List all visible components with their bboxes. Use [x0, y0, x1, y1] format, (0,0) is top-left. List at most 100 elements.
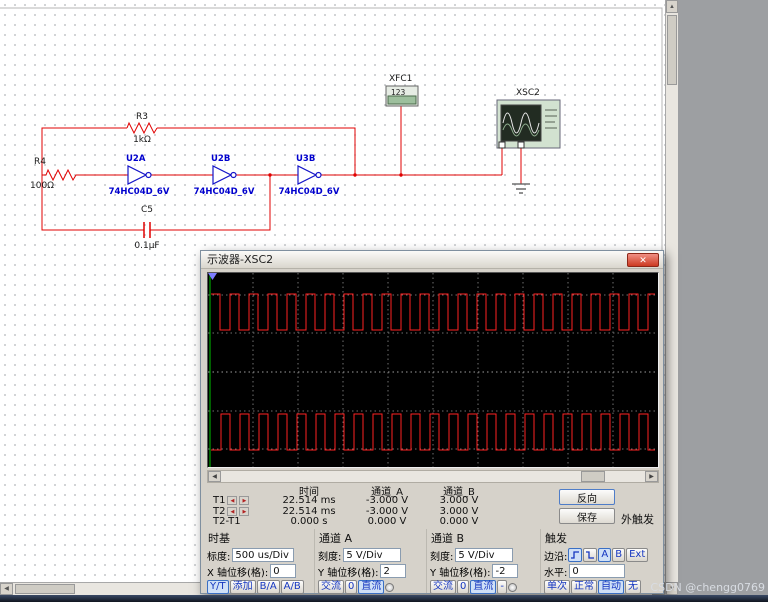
windows-taskbar[interactable] [0, 595, 768, 602]
trigger-edge-label: 边沿: [544, 548, 567, 563]
channel-a-ypos-input[interactable] [380, 564, 406, 578]
inverter-u2a[interactable] [128, 166, 151, 184]
trigger-single-button[interactable]: 单次 [544, 580, 570, 594]
scope-control-panels: 时基 标度: X 轴位移(格): Y/T 添加 B/A A/B 通道 A 刻度: [204, 529, 662, 593]
channel-b-ac-button[interactable]: 交流 [430, 580, 456, 594]
c5-ref: C5 [141, 205, 153, 215]
t2-channel-b-value: 3.000 V [423, 506, 495, 517]
xfc1-ref: XFC1 [389, 74, 412, 84]
rising-edge-icon[interactable] [568, 548, 582, 562]
u2a-part: 74HC04D_6V [109, 187, 170, 197]
u2a-ref: U2A [126, 154, 146, 164]
r3-value: 1kΩ [133, 135, 151, 145]
channel-b-indicator-icon[interactable] [508, 583, 517, 592]
cursor-t2-label: T2 [213, 506, 225, 517]
trigger-source-a-button[interactable]: A [598, 548, 611, 562]
t2-move-left-icon[interactable]: ◀ [227, 507, 237, 516]
window-titlebar[interactable]: 示波器-XSC2 ✕ [201, 251, 663, 269]
channel-b-panel: 通道 B 刻度: Y 轴位移(格): 交流 0 直流 - [426, 529, 540, 593]
scope-scroll-left-icon[interactable]: ◀ [208, 471, 221, 482]
u2b-part: 74HC04D_6V [194, 187, 255, 197]
scope-scroll-right-icon[interactable]: ▶ [645, 471, 658, 482]
add-mode-button[interactable]: 添加 [230, 580, 256, 594]
r4-value: 100Ω [30, 181, 54, 191]
trigger-source-ext-button[interactable]: Ext [626, 548, 648, 562]
t1-move-right-icon[interactable]: ▶ [239, 496, 249, 505]
channel-b-dc-button[interactable]: 直流 [470, 580, 496, 594]
cursor-delta-label: T2-T1 [213, 516, 241, 527]
horizontal-scroll-thumb[interactable] [15, 584, 75, 594]
t2-move-right-icon[interactable]: ▶ [239, 507, 249, 516]
delta-channel-a-value: 0.000 V [351, 516, 423, 527]
oscilloscope-icon-xsc2[interactable] [497, 100, 560, 148]
scroll-left-icon[interactable]: ◀ [0, 583, 13, 595]
trigger-normal-button[interactable]: 正常 [571, 580, 597, 594]
save-button[interactable]: 保存 [559, 508, 615, 524]
channel-a-scale-label: 刻度: [318, 548, 341, 563]
channel-b-scale-label: 刻度: [430, 548, 453, 563]
channel-b-ypos-label: Y 轴位移(格): [430, 564, 490, 579]
trigger-panel: 触发 边沿: A B Ext 水平: 单次 正常 自动 [540, 529, 662, 593]
channel-b-invert-button[interactable]: - [497, 580, 507, 594]
inverter-u3b[interactable] [298, 166, 321, 184]
circuit-wires[interactable] [42, 106, 521, 238]
scope-horizontal-scrollbar[interactable]: ◀ ▶ [207, 470, 659, 483]
timebase-scale-input[interactable] [232, 548, 294, 562]
t2-time-value: 22.514 ms [267, 506, 351, 517]
u3b-part: 74HC04D_6V [279, 187, 340, 197]
trigger-level-input[interactable] [569, 564, 625, 578]
channel-b-ypos-input[interactable] [492, 564, 518, 578]
ground-symbol[interactable] [512, 184, 530, 193]
vertical-scroll-thumb[interactable] [667, 15, 677, 85]
inverter-u2b[interactable] [213, 166, 236, 184]
t1-channel-a-value: -3.000 V [351, 495, 423, 506]
t2-channel-a-value: -3.000 V [351, 506, 423, 517]
trigger-title: 触发 [545, 530, 659, 546]
watermark-text: CSDN @chengg0769 [650, 581, 765, 594]
u2b-ref: U2B [211, 154, 230, 164]
xsc2-ref: XSC2 [516, 88, 540, 98]
oscilloscope-window[interactable]: 示波器-XSC2 ✕ ◀ ▶ 时间 通道_A 通道_B T1 ◀ ▶ 22.51… [200, 250, 664, 594]
close-button[interactable]: ✕ [627, 253, 659, 267]
ba-mode-button[interactable]: B/A [257, 580, 280, 594]
xfc1-display: 123 [391, 88, 406, 97]
channel-a-panel: 通道 A 刻度: Y 轴位移(格): 交流 0 直流 [314, 529, 426, 593]
t1-time-value: 22.514 ms [267, 495, 351, 506]
u3b-ref: U3B [296, 154, 315, 164]
scope-scroll-thumb[interactable] [581, 471, 605, 482]
timebase-title: 时基 [208, 530, 311, 546]
schematic-vertical-scrollbar[interactable]: ▲ ▼ [665, 0, 678, 595]
channel-a-dc-button[interactable]: 直流 [358, 580, 384, 594]
trigger-auto-button[interactable]: 自动 [598, 580, 624, 594]
trigger-none-button[interactable]: 无 [625, 580, 641, 594]
frequency-counter-xfc1[interactable]: 123 [386, 86, 418, 106]
falling-edge-icon[interactable] [583, 548, 597, 562]
channel-b-title: 通道 B [431, 530, 537, 546]
delta-time-value: 0.000 s [267, 516, 351, 527]
channel-a-scale-input[interactable] [343, 548, 401, 562]
t1-move-left-icon[interactable]: ◀ [227, 496, 237, 505]
channel-b-zero-button[interactable]: 0 [457, 580, 469, 594]
timebase-xpos-label: X 轴位移(格): [207, 564, 268, 579]
channel-a-title: 通道 A [319, 530, 423, 546]
ab-mode-button[interactable]: A/B [281, 580, 304, 594]
channel-a-ypos-label: Y 轴位移(格): [318, 564, 378, 579]
timebase-scale-label: 标度: [207, 548, 230, 563]
external-trigger-label: 外触发 [621, 511, 654, 527]
scope-readings: 时间 通道_A 通道_B T1 ◀ ▶ 22.514 ms -3.000 V 3… [207, 485, 659, 527]
c5-value: 0.1µF [134, 241, 159, 251]
channel-b-scale-input[interactable] [455, 548, 513, 562]
channel-a-zero-button[interactable]: 0 [345, 580, 357, 594]
yt-mode-button[interactable]: Y/T [207, 580, 229, 594]
timebase-panel: 时基 标度: X 轴位移(格): Y/T 添加 B/A A/B [204, 529, 314, 593]
timebase-xpos-input[interactable] [270, 564, 296, 578]
channel-a-ac-button[interactable]: 交流 [318, 580, 344, 594]
t1-channel-b-value: 3.000 V [423, 495, 495, 506]
scope-screen [207, 272, 659, 468]
cursor-t1-label: T1 [213, 495, 225, 506]
trigger-source-b-button[interactable]: B [612, 548, 625, 562]
scroll-up-icon[interactable]: ▲ [666, 0, 678, 13]
channel-a-indicator-icon[interactable] [385, 583, 394, 592]
window-title: 示波器-XSC2 [207, 253, 273, 266]
reverse-button[interactable]: 反向 [559, 489, 615, 505]
